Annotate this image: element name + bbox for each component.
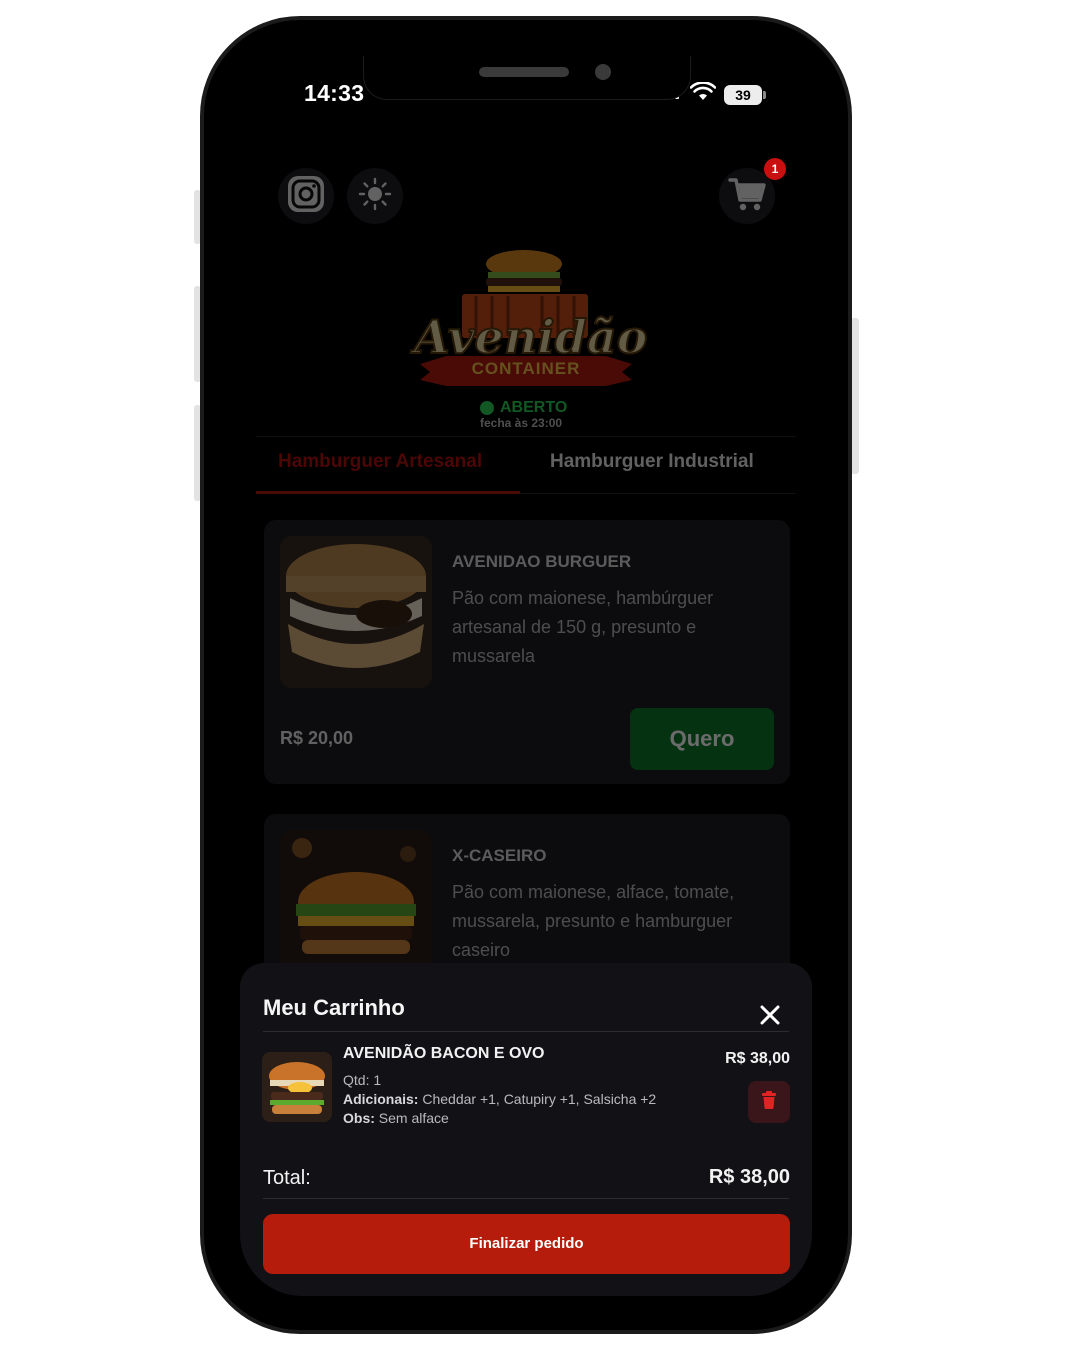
notes-value: Sem alface <box>374 1110 449 1126</box>
remove-item-button[interactable] <box>748 1081 790 1123</box>
cart-item-notes: Obs: Sem alface <box>343 1110 449 1126</box>
tab-hamburguer-artesanal[interactable]: Hamburguer Artesanal <box>278 451 482 473</box>
status-label: ABERTO <box>500 399 568 416</box>
cart-icon <box>727 174 767 219</box>
cart-item-additions: Adicionais: Cheddar +1, Catupiry +1, Sal… <box>343 1091 656 1107</box>
status-dot <box>480 401 494 415</box>
brand-logo: Avenidão CONTAINER <box>406 248 648 408</box>
store-status: ABERTO <box>480 399 567 417</box>
cart-item-image <box>262 1052 332 1122</box>
product-description: Pão com maionese, hambúrguer artesanal d… <box>452 588 714 666</box>
cart-title: Meu Carrinho <box>263 995 405 1020</box>
product-title: AVENIDAO BURGUER <box>452 552 632 571</box>
close-icon <box>760 1005 780 1030</box>
active-tab-indicator <box>256 491 520 494</box>
product-card: AVENIDAO BURGUER Pão com maionese, hambú… <box>264 520 790 784</box>
logo-wordmark: Avenidão <box>413 309 648 365</box>
cart-item-name: AVENIDÃO BACON E OVO <box>343 1045 545 1062</box>
category-tabs: Hamburguer Artesanal Hamburguer Industri… <box>256 436 796 494</box>
additions-label: Adicionais: <box>343 1091 419 1107</box>
theme-toggle-icon <box>358 177 392 216</box>
finish-order-button[interactable]: Finalizar pedido <box>263 1214 790 1274</box>
trash-icon <box>761 1090 777 1114</box>
instagram-icon <box>285 173 327 220</box>
instagram-button[interactable] <box>278 168 334 224</box>
cart-item-price: R$ 38,00 <box>725 1050 790 1067</box>
notes-label: Obs: <box>343 1110 375 1126</box>
product-title: X-CASEIRO <box>452 846 547 865</box>
total-value: R$ 38,00 <box>708 1166 790 1188</box>
sheet-divider <box>263 1031 789 1032</box>
tab-hamburguer-industrial[interactable]: Hamburguer Industrial <box>550 451 754 473</box>
product-price: R$ 20,00 <box>280 728 354 748</box>
cart-sheet: Meu Carrinho AVENIDÃO BACON E OVO Qtd: 1… <box>240 963 812 1296</box>
product-image <box>280 536 432 688</box>
wifi-icon <box>689 81 717 107</box>
speaker <box>479 67 569 77</box>
add-to-cart-button[interactable]: Quero <box>630 708 774 770</box>
additions-value: Cheddar +1, Catupiry +1, Salsicha +2 <box>418 1091 657 1107</box>
status-time: 14:33 <box>304 80 365 106</box>
notch <box>363 56 691 100</box>
items-divider <box>263 1198 789 1199</box>
phone-screen: 14:33 39 Avenidão CONTAINER ABERTO fecha… <box>240 56 812 1296</box>
product-image <box>280 830 432 982</box>
front-camera <box>595 64 611 80</box>
theme-toggle-button[interactable] <box>347 168 403 224</box>
power-button <box>851 318 859 474</box>
total-label: Total: <box>263 1167 311 1189</box>
cart-item-qty: Qtd: 1 <box>343 1072 382 1088</box>
product-description: Pão com maionese, alface, tomate, mussar… <box>452 882 735 960</box>
closing-time: fecha às 23:00 <box>480 416 563 430</box>
logo-subtitle: CONTAINER <box>471 359 581 378</box>
cart-count-badge: 1 <box>764 158 786 180</box>
close-cart-button[interactable] <box>756 1003 784 1031</box>
battery-indicator: 39 <box>724 84 766 105</box>
